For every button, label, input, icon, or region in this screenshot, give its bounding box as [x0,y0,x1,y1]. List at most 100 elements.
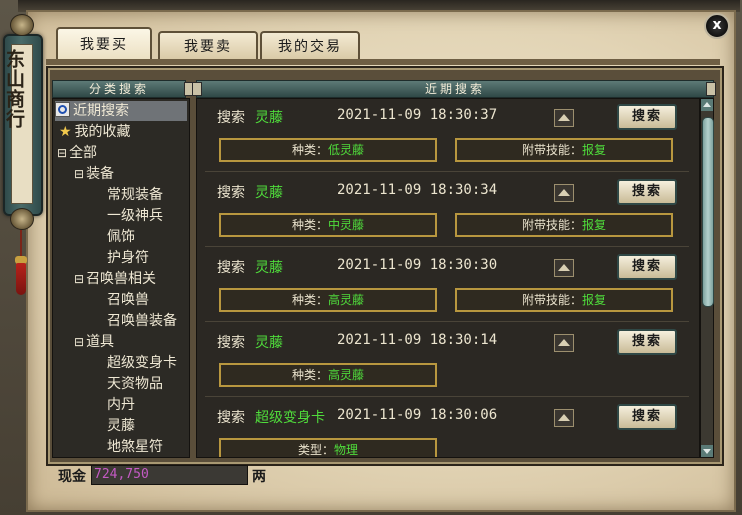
cash-unit: 两 [252,469,266,485]
collapse-icon: ⊟ [74,167,85,181]
scroll-rod-bottom-ornament [10,208,34,230]
tree-item-equipment[interactable]: ⊟ 装备 [74,164,114,184]
filter-label: 种类： [291,368,328,382]
records-scrollbar[interactable] [700,98,714,458]
scroll-down-arrow-icon[interactable] [701,445,713,457]
trade-window: 东山商行 x 我要买 我要卖 我的交易 分类搜索 近期搜索 近期搜索 ★ 我的收藏… [0,0,742,515]
pin-to-top-icon[interactable] [554,334,574,352]
filter-value: 中灵藤 [328,218,365,232]
record-search-label: 搜索 [217,260,245,276]
title-scroll-paper: 东山商行 [3,44,33,204]
scroll-up-arrow-icon[interactable] [701,99,713,111]
search-record: 搜索 灵藤 2021-11-09 18:30:34 搜索 种类：中灵藤 附带技能… [197,174,699,248]
filter-value: 物理 [334,443,359,457]
filter-label: 种类： [291,143,328,157]
filter-label: 附带技能： [521,218,582,232]
tree-item-regular-equipment[interactable]: 常规装备 [107,185,163,205]
tree-item-talent-items[interactable]: 天资物品 [107,374,163,394]
collapse-icon: ⊟ [74,272,85,286]
record-search-button[interactable]: 搜索 [617,404,677,430]
record-time: 2021-11-09 18:30:06 [337,407,498,423]
search-record: 搜索 灵藤 2021-11-09 18:30:37 搜索 种类：低灵藤 附带技能… [197,99,699,173]
filter-label: 种类： [291,293,328,307]
filter-value: 高灵藤 [328,368,365,382]
pin-to-top-icon[interactable] [554,409,574,427]
tree-item-earth-star-talisman[interactable]: 地煞星符 [107,437,163,457]
tree-item-label: 召唤兽相关 [86,271,157,287]
collapse-icon: ⊟ [57,146,68,160]
recent-search-header: 近期搜索 [196,80,714,98]
tree-item-accessories[interactable]: 佩饰 [107,227,135,247]
tree-item-summon-equipment[interactable]: 召唤兽装备 [107,311,177,331]
record-time: 2021-11-09 18:30:34 [337,182,498,198]
tab-buy[interactable]: 我要买 [56,27,152,61]
record-item-name: 超级变身卡 [255,410,325,426]
collapse-icon: ⊟ [74,335,85,349]
filter-label: 种类： [291,218,328,232]
record-filter-type: 种类：中灵藤 [219,213,437,237]
filter-value: 报复 [582,218,607,232]
filter-value: 报复 [582,143,607,157]
tree-item-summons[interactable]: 召唤兽 [107,290,149,310]
record-search-label: 搜索 [217,410,245,426]
record-filter-type: 类型：物理 [219,438,437,457]
record-divider [205,246,689,247]
tree-item-super-transform-card[interactable]: 超级变身卡 [107,353,177,373]
tree-item-recent-search[interactable]: 近期搜索 [55,101,187,121]
record-filter-skill: 附带技能：报复 [455,213,673,237]
record-time: 2021-11-09 18:30:37 [337,107,498,123]
tree-item-spirit-vine[interactable]: 灵藤 [107,416,135,436]
record-time: 2021-11-09 18:30:30 [337,257,498,273]
tree-item-all[interactable]: ⊟ 全部 [57,143,97,163]
record-filter-skill: 附带技能：报复 [455,288,673,312]
search-record: 搜索 灵藤 2021-11-09 18:30:30 搜索 种类：高灵藤 附带技能… [197,249,699,323]
record-search-button[interactable]: 搜索 [617,104,677,130]
tree-item-summon-related[interactable]: ⊟ 召唤兽相关 [74,269,156,289]
scrollbar-thumb[interactable] [702,117,714,307]
tab-my-trades[interactable]: 我的交易 [260,31,360,61]
record-divider [205,171,689,172]
tree-item-favorites[interactable]: ★ 我的收藏 [59,122,131,142]
recent-header-start-icon [192,82,202,96]
recent-search-list: 搜索 灵藤 2021-11-09 18:30:37 搜索 种类：低灵藤 附带技能… [196,98,700,458]
filter-label: 附带技能： [521,143,582,157]
pin-to-top-icon[interactable] [554,184,574,202]
cash-amount: 724,750 [91,465,248,485]
filter-label: 附带技能： [521,293,582,307]
window-title: 东山商行 [3,49,25,129]
title-scroll: 东山商行 [3,34,43,216]
filter-value: 高灵藤 [328,293,365,307]
record-item-name: 灵藤 [255,260,283,276]
tab-underline [46,59,720,65]
record-search-label: 搜索 [217,335,245,351]
tree-item-first-class-weapon[interactable]: 一级神兵 [107,206,163,226]
category-header: 分类搜索 [52,80,186,98]
record-search-label: 搜索 [217,185,245,201]
record-search-button[interactable]: 搜索 [617,329,677,355]
tab-sell[interactable]: 我要卖 [158,31,258,61]
tree-item-amulets[interactable]: 护身符 [107,248,149,268]
recent-header-end-icon [706,82,716,96]
record-divider [205,321,689,322]
record-item-name: 灵藤 [255,185,283,201]
filter-value: 报复 [582,293,607,307]
pin-to-top-icon[interactable] [554,259,574,277]
record-filter-type: 种类：高灵藤 [219,288,437,312]
search-icon [55,102,70,117]
cash-label: 现金 [58,469,86,485]
record-search-button[interactable]: 搜索 [617,254,677,280]
record-divider [205,396,689,397]
tree-item-inner-core[interactable]: 内丹 [107,395,135,415]
star-icon: ★ [59,124,72,140]
category-tree: 近期搜索 ★ 我的收藏 ⊟ 全部 ⊟ 装备 常规装备 一级神兵 佩饰 护身符 ⊟ 召唤兽… [52,98,190,458]
record-filter-type: 种类：低灵藤 [219,138,437,162]
pin-to-top-icon[interactable] [554,109,574,127]
tree-item-label: 近期搜索 [73,103,129,119]
tree-item-label: 装备 [86,166,115,182]
record-search-label: 搜索 [217,110,245,126]
scroll-rod-top-ornament [10,14,34,36]
record-search-button[interactable]: 搜索 [617,179,677,205]
tree-item-props[interactable]: ⊟ 道具 [74,332,114,352]
close-button[interactable]: x [704,13,730,39]
record-filter-type: 种类：高灵藤 [219,363,437,387]
